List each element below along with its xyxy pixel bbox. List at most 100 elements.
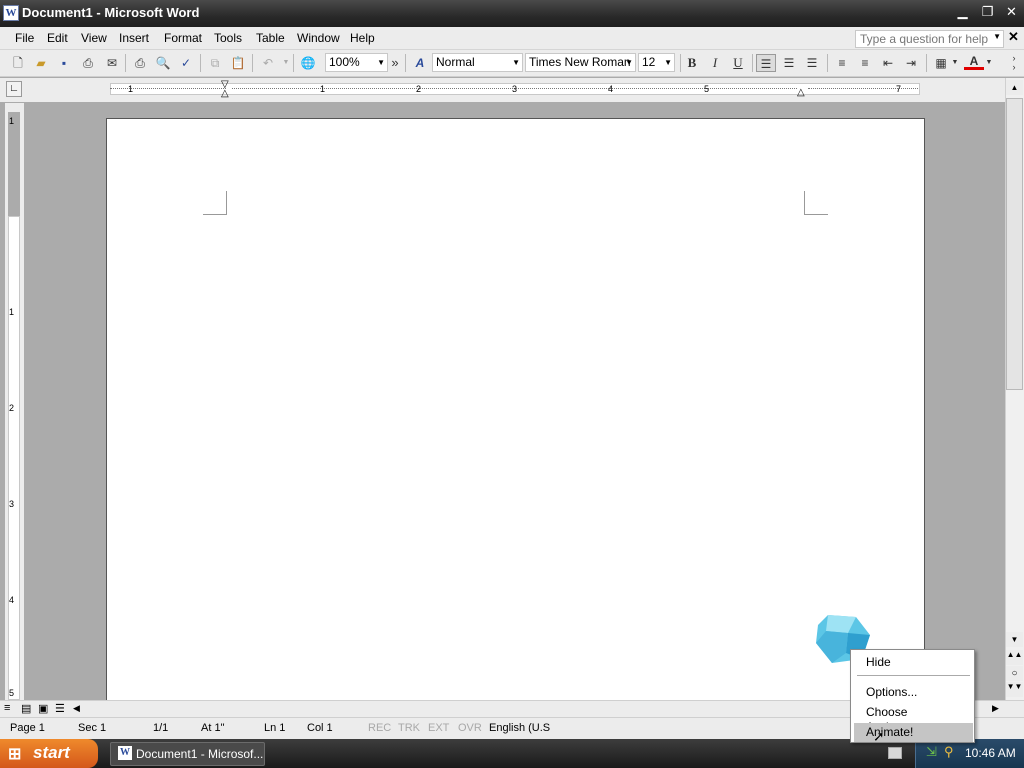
vruler-number: 4 bbox=[9, 595, 15, 605]
open-folder-icon[interactable]: ▰ bbox=[31, 54, 51, 72]
menu-tools[interactable]: Tools bbox=[214, 31, 242, 45]
increase-indent-icon[interactable]: ⇥ bbox=[901, 54, 921, 72]
status-ext[interactable]: EXT bbox=[428, 722, 449, 734]
font-value: Times New Roman bbox=[529, 55, 631, 69]
style-dropdown-icon: ▼ bbox=[512, 58, 520, 67]
scroll-up-icon[interactable]: ▲ bbox=[1006, 80, 1023, 95]
close-document-icon[interactable]: ✕ bbox=[1008, 29, 1019, 45]
status-column: Col 1 bbox=[307, 722, 333, 734]
align-left-icon[interactable]: ☰ bbox=[756, 54, 776, 72]
network-tray-icon[interactable]: ⇲ bbox=[926, 744, 937, 760]
scroll-down-icon[interactable]: ▼ bbox=[1006, 632, 1023, 647]
menu-bar: File Edit View Insert Format Tools Table… bbox=[0, 27, 1024, 50]
menu-help[interactable]: Help bbox=[350, 31, 375, 45]
vertical-ruler[interactable] bbox=[8, 216, 20, 700]
borders-icon[interactable]: ▦ bbox=[931, 54, 951, 72]
bold-button[interactable]: B bbox=[682, 54, 702, 72]
menu-item-hide[interactable]: Hide bbox=[854, 653, 973, 672]
font-size-value: 12 bbox=[642, 55, 656, 69]
system-tray: ⇲ ⚲ 10:46 AM bbox=[915, 739, 1024, 768]
status-rec[interactable]: REC bbox=[368, 722, 391, 734]
right-indent-marker-icon[interactable]: △ bbox=[797, 88, 805, 98]
scrollbar-thumb[interactable] bbox=[1006, 98, 1023, 390]
undo-icon[interactable]: ↶ bbox=[258, 54, 278, 72]
new-document-icon[interactable]: 🗋 bbox=[8, 54, 28, 72]
align-right-icon[interactable]: ☰ bbox=[802, 54, 822, 72]
margin-corner-right bbox=[804, 191, 828, 215]
bullets-icon[interactable]: ≡ bbox=[855, 54, 875, 72]
permission-icon[interactable]: ⎙ bbox=[78, 54, 98, 72]
minimize-button[interactable]: ▁ bbox=[952, 3, 973, 24]
font-color-icon[interactable]: A bbox=[964, 54, 984, 70]
align-center-icon[interactable]: ☰ bbox=[779, 54, 799, 72]
toolbar-overflow-icon[interactable]: » bbox=[388, 54, 402, 72]
menu-item-animate[interactable]: Animate! bbox=[854, 723, 973, 742]
windows-logo-icon: ⊞ bbox=[8, 746, 22, 763]
menu-file[interactable]: File bbox=[15, 31, 34, 45]
web-layout-view-icon[interactable]: ▤ bbox=[21, 702, 31, 715]
menu-edit[interactable]: Edit bbox=[47, 31, 68, 45]
font-select[interactable]: Times New Roman ▼ bbox=[525, 53, 636, 72]
start-label: start bbox=[33, 743, 70, 762]
font-color-dropdown-icon[interactable]: ▼ bbox=[984, 54, 994, 72]
normal-view-icon[interactable]: ≡ bbox=[4, 702, 10, 714]
scroll-right-icon[interactable]: ▶ bbox=[992, 703, 999, 714]
vruler-number: 1 bbox=[9, 116, 15, 126]
numbering-icon[interactable]: ≡ bbox=[832, 54, 852, 72]
toolbar-separator bbox=[405, 54, 406, 72]
assistant-context-menu: Hide Options... Choose Assistant... Anim… bbox=[850, 649, 975, 743]
title-bar: W Document1 - Microsoft Word ▁ ❐ ✕ bbox=[0, 0, 1024, 27]
word-app-icon[interactable]: W bbox=[3, 5, 19, 21]
toolbar-separator bbox=[827, 54, 828, 72]
styles-formatting-icon[interactable]: A bbox=[410, 54, 430, 72]
menu-view[interactable]: View bbox=[81, 31, 107, 45]
menu-format[interactable]: Format bbox=[164, 31, 202, 45]
close-button[interactable]: ✕ bbox=[1001, 3, 1022, 24]
vruler-number: 3 bbox=[9, 499, 15, 509]
menu-separator bbox=[857, 675, 970, 676]
status-ovr[interactable]: OVR bbox=[458, 722, 482, 734]
underline-button[interactable]: U bbox=[728, 54, 748, 72]
style-select[interactable]: Normal ▼ bbox=[432, 53, 523, 72]
previous-page-icon[interactable]: ▲▲ bbox=[1006, 650, 1023, 665]
help-dropdown-arrow-icon[interactable]: ▼ bbox=[993, 32, 1001, 41]
menu-item-options[interactable]: Options... bbox=[854, 683, 973, 702]
web-globe-icon[interactable]: 🌐 bbox=[298, 54, 318, 72]
font-size-dropdown-icon: ▼ bbox=[664, 58, 672, 67]
email-icon[interactable]: ✉ bbox=[102, 54, 122, 72]
tab-selector-icon[interactable]: ∟ bbox=[6, 81, 22, 97]
menu-insert[interactable]: Insert bbox=[119, 31, 149, 45]
next-page-icon[interactable]: ▼▼ bbox=[1006, 682, 1023, 697]
toolbar-options-icon[interactable]: › › bbox=[1006, 54, 1022, 72]
italic-button[interactable]: I bbox=[705, 54, 725, 72]
status-trk[interactable]: TRK bbox=[398, 722, 420, 734]
outline-view-icon[interactable]: ☰ bbox=[55, 702, 65, 715]
search-tray-icon[interactable]: ⚲ bbox=[944, 744, 954, 760]
print-preview-icon[interactable]: 🔍 bbox=[153, 54, 173, 72]
left-indent-marker-icon[interactable]: △ bbox=[221, 89, 229, 99]
zoom-value: 100% bbox=[329, 55, 360, 69]
borders-dropdown-icon[interactable]: ▼ bbox=[950, 54, 960, 72]
print-icon[interactable]: ⎙ bbox=[130, 54, 150, 72]
document-page[interactable] bbox=[106, 118, 925, 700]
menu-table[interactable]: Table bbox=[256, 31, 285, 45]
print-layout-view-icon[interactable]: ▣ bbox=[38, 702, 48, 715]
copy-icon[interactable]: ⧉ bbox=[205, 54, 225, 72]
decrease-indent-icon[interactable]: ⇤ bbox=[878, 54, 898, 72]
help-question-box[interactable]: Type a question for help ▼ bbox=[855, 30, 1004, 48]
paste-icon[interactable]: 📋 bbox=[228, 54, 248, 72]
restore-button[interactable]: ❐ bbox=[977, 3, 998, 24]
menu-item-choose-assistant[interactable]: Choose Assistant... bbox=[854, 703, 973, 734]
zoom-select[interactable]: 100% ▼ bbox=[325, 53, 388, 72]
start-button[interactable]: ⊞ start bbox=[0, 739, 98, 768]
spelling-check-icon[interactable]: ✓ bbox=[176, 54, 196, 72]
keyboard-tray-icon[interactable] bbox=[888, 747, 902, 759]
taskbar-word-item[interactable]: W Document1 - Microsof... bbox=[110, 742, 265, 766]
scroll-left-icon[interactable]: ◀ bbox=[73, 703, 80, 714]
font-size-select[interactable]: 12 ▼ bbox=[638, 53, 675, 72]
save-icon[interactable]: ▪ bbox=[54, 54, 74, 72]
toolbar-separator bbox=[752, 54, 753, 72]
toolbar-separator bbox=[125, 54, 126, 72]
menu-window[interactable]: Window bbox=[297, 31, 340, 45]
select-browse-object-icon[interactable]: ○ bbox=[1006, 666, 1023, 681]
